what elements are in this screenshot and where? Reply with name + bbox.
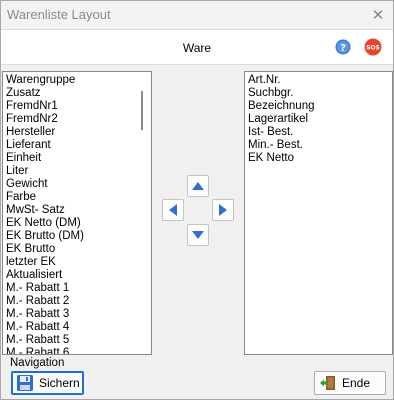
end-button[interactable]: Ende [314, 371, 386, 395]
list-item[interactable]: M.- Rabatt 1 [3, 282, 151, 295]
list-item[interactable]: EK Netto (DM) [3, 217, 151, 230]
list-item[interactable]: EK Brutto (DM) [3, 230, 151, 243]
arrow-left-icon [169, 204, 177, 216]
move-right-button[interactable] [212, 199, 234, 221]
selected-fields-list[interactable]: Art.Nr. Suchbgr. Bezeichnung Lagerartikel Is… [244, 71, 393, 355]
list-item[interactable]: Zusatz [3, 87, 151, 100]
list-item[interactable]: Einheit [3, 152, 151, 165]
end-button-label: Ende [342, 376, 371, 390]
save-button[interactable]: Sichern [11, 371, 84, 395]
arrow-up-icon [192, 182, 204, 190]
list-item[interactable]: M.- Rabatt 6 [3, 347, 151, 354]
move-down-button[interactable] [187, 224, 209, 246]
dialog-window: Warenliste Layout ✕ Ware ? SOS Warengrup… [0, 0, 394, 400]
list-item[interactable]: Farbe [3, 191, 151, 204]
list-item[interactable]: Lieferant [3, 139, 151, 152]
list-item[interactable]: Hersteller [3, 126, 151, 139]
exit-door-icon [320, 376, 335, 390]
list-item[interactable]: Art.Nr. [245, 74, 392, 87]
list-item[interactable]: FremdNr1 [3, 100, 151, 113]
list-item[interactable]: Aktualisiert [3, 269, 151, 282]
list-item[interactable]: Bezeichnung [245, 100, 392, 113]
arrow-right-icon [219, 204, 227, 216]
close-icon: ✕ [371, 7, 385, 24]
move-left-button[interactable] [162, 199, 184, 221]
list-item[interactable]: Min.- Best. [245, 139, 392, 152]
list-item[interactable]: EK Brutto [3, 243, 151, 256]
list-item[interactable]: M.- Rabatt 5 [3, 334, 151, 347]
list-item[interactable]: Gewicht [3, 178, 151, 191]
list-item[interactable]: M.- Rabatt 4 [3, 321, 151, 334]
window-title: Warenliste Layout [7, 7, 111, 22]
svg-text:SOS: SOS [366, 45, 380, 52]
list-item[interactable]: letzter EK [3, 256, 151, 269]
sos-icon[interactable]: SOS [364, 38, 382, 56]
list-item[interactable]: Liter [3, 165, 151, 178]
list-item[interactable]: EK Netto [245, 152, 392, 165]
scrollbar-thumb[interactable] [141, 91, 143, 130]
navigation-label: Navigation [10, 357, 65, 369]
arrow-down-icon [192, 231, 204, 239]
list-item[interactable]: M.- Rabatt 3 [3, 308, 151, 321]
list-item[interactable]: M.- Rabatt 2 [3, 295, 151, 308]
svg-text:?: ? [340, 43, 346, 54]
list-item[interactable]: Lagerartikel [245, 113, 392, 126]
save-button-label: Sichern [39, 376, 80, 390]
move-up-button[interactable] [187, 175, 209, 197]
available-fields-list[interactable]: Warengruppe Zusatz FremdNr1 FremdNr2 Herstel… [2, 71, 152, 355]
list-item[interactable]: Suchbgr. [245, 87, 392, 100]
list-item[interactable]: Warengruppe [3, 74, 151, 87]
header-bar: Ware ? SOS [1, 29, 393, 65]
help-icon[interactable]: ? [335, 39, 351, 55]
list-item[interactable]: Ist- Best. [245, 126, 392, 139]
list-item[interactable]: MwSt- Satz [3, 204, 151, 217]
floppy-disk-icon [17, 375, 33, 391]
list-item[interactable]: FremdNr2 [3, 113, 151, 126]
title-bar[interactable]: Warenliste Layout ✕ [1, 1, 393, 29]
close-button[interactable]: ✕ [367, 4, 389, 26]
